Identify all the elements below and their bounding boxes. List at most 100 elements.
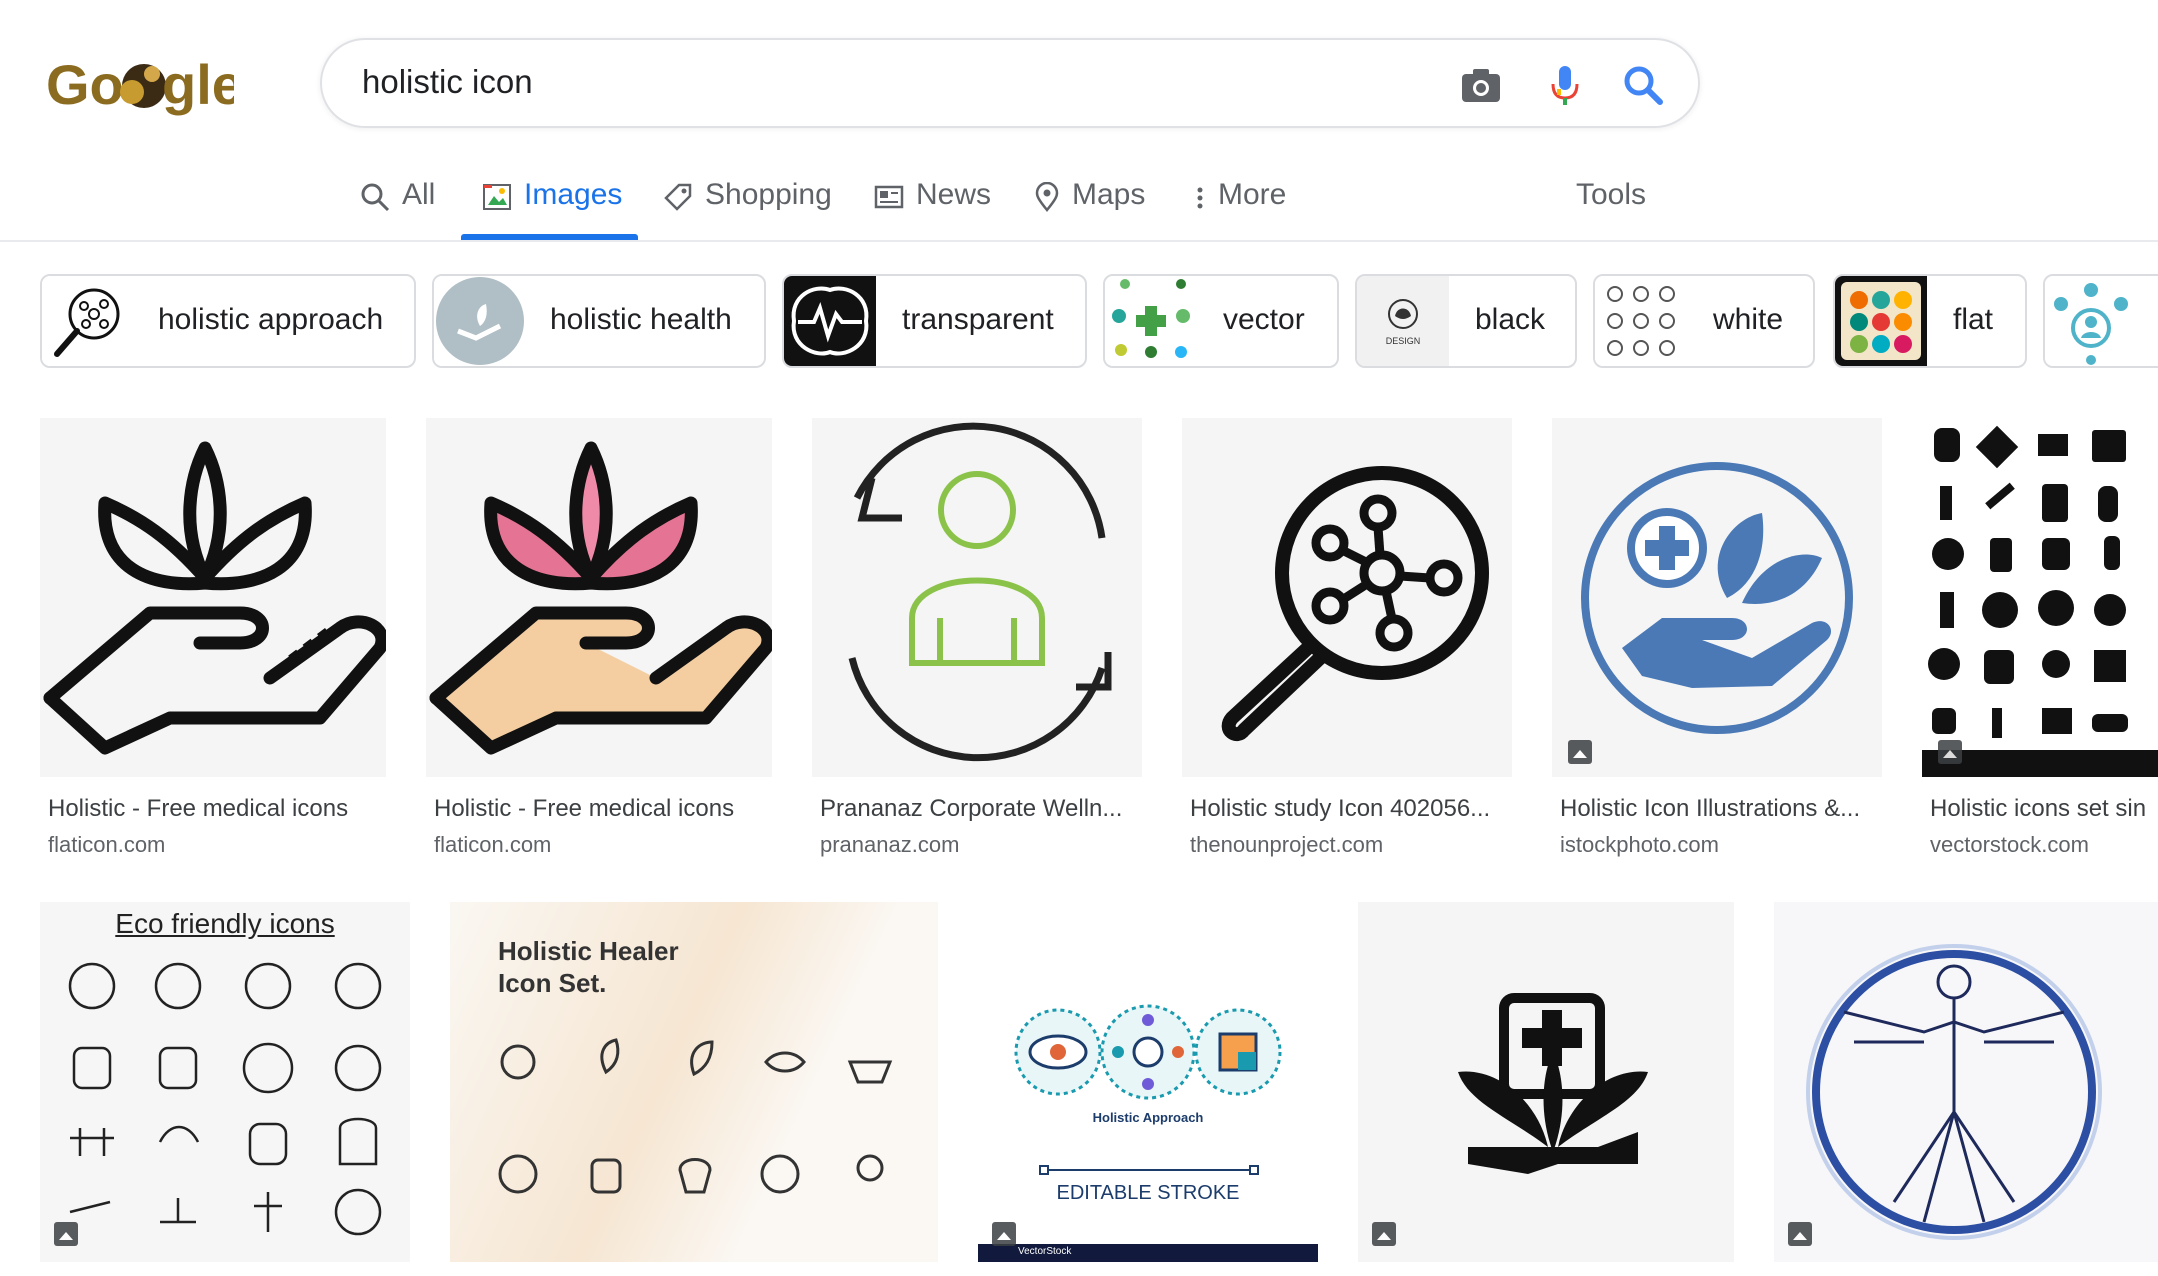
result-card[interactable]: Eco friendly icons [40,902,410,1262]
google-logo[interactable]: Go gle [44,48,234,120]
result-source[interactable]: istockphoto.com [1560,832,1719,858]
tab-images[interactable]: Images [482,178,622,240]
brain-icon [784,276,876,366]
chip-holistic-health[interactable]: holistic health [432,274,766,368]
image-badge-icon [1568,740,1592,764]
svg-text:gle: gle [162,53,234,116]
result-card[interactable] [1774,902,2158,1262]
image-caption: Holistic Approach [1092,1110,1204,1125]
search-box[interactable]: holistic icon [320,38,1700,128]
result-card[interactable] [1358,902,1734,1262]
tab-news[interactable]: News [874,178,991,240]
result-card[interactable]: Holistic - Free medical icons flaticon.c… [40,418,386,868]
result-image[interactable] [1182,418,1512,777]
result-image[interactable] [1552,418,1882,777]
result-card[interactable]: Holistic study Icon 402056... thenounpro… [1182,418,1512,868]
result-image[interactable] [1774,902,2158,1262]
chip-vector[interactable]: vector [1103,274,1339,368]
tab-maps-label: Maps [1072,178,1146,211]
medical-icon-grid-icon [1922,425,2158,777]
result-source[interactable]: flaticon.com [434,832,551,858]
search-icon [361,183,390,212]
tab-all[interactable]: All [360,178,435,240]
tab-more[interactable]: More [1194,178,1286,240]
image-caption: EDITABLE STROKE [1056,1182,1240,1204]
result-title[interactable]: Holistic Icon Illustrations &... [1560,795,1880,823]
lotus-logo-icon: DESIGN [1357,276,1449,366]
result-card[interactable]: Holistic icons set sin vectorstock.com [1922,418,2158,868]
image-caption: Icon Set. [498,968,607,998]
result-title[interactable]: Holistic study Icon 402056... [1190,795,1510,823]
search-input[interactable]: holistic icon [362,63,533,101]
image-badge-icon [1788,1222,1812,1246]
tag-icon [664,183,692,211]
more-vert-icon [1197,187,1203,209]
map-pin-icon [1035,182,1059,212]
result-image[interactable]: Holistic Approach EDITABLE STROKE Vector… [978,902,1318,1262]
active-tab-indicator [461,234,638,240]
result-card[interactable]: Holistic Healer Icon Set. [450,902,938,1262]
icon-grid-icon [1595,276,1687,366]
tab-shopping[interactable]: Shopping [663,178,832,240]
result-source[interactable]: prananaz.com [820,832,959,858]
result-image[interactable] [1358,902,1734,1262]
image-caption: Holistic Healer [498,936,679,966]
microphone-icon[interactable] [1542,62,1588,108]
tab-images-label: Images [524,178,623,211]
result-title[interactable]: Holistic - Free medical icons [48,795,378,823]
result-image[interactable] [1922,418,2158,777]
image-icon [483,184,511,210]
image-caption: Eco friendly icons [115,908,335,939]
colored-circles-icon [1835,276,1927,366]
image-badge-icon [1938,740,1962,764]
result-source[interactable]: flaticon.com [48,832,165,858]
result-image[interactable] [426,418,772,777]
chip-flat[interactable]: flat [1833,274,2027,368]
result-title[interactable]: Prananaz Corporate Welln... [820,795,1140,823]
chip-black[interactable]: DESIGN black [1355,274,1577,368]
tab-news-label: News [916,178,992,211]
result-image[interactable] [40,418,386,777]
image-badge-icon [992,1222,1016,1246]
holistic-approach-icons-icon [978,1004,1318,1262]
magnifier-network-icon [42,276,134,366]
watermark: VectorStock [1018,1246,1072,1257]
chip-white[interactable]: white [1593,274,1815,368]
tab-all-label: All [402,178,436,211]
image-badge-icon [1372,1222,1396,1246]
result-source[interactable]: vectorstock.com [1930,832,2089,858]
tab-maps[interactable]: Maps [1034,178,1145,240]
result-title[interactable]: Holistic - Free medical icons [434,795,764,823]
vitruvian-man-icon [1806,944,2102,1240]
magnifier-network-icon [1221,466,1489,742]
tab-more-label: More [1218,178,1287,211]
result-image[interactable]: Holistic Healer Icon Set. [450,902,938,1262]
eco-icons-grid-icon [68,962,382,1236]
result-source[interactable]: thenounproject.com [1190,832,1383,858]
result-title[interactable]: Holistic icons set sin [1930,795,2158,823]
chip-label: white [1713,303,1784,336]
hand-plus-leaf-icon [1581,462,1853,734]
camera-icon[interactable] [1458,62,1504,108]
chip-label: vector [1223,303,1305,336]
chip-more[interactable] [2043,274,2158,368]
chip-transparent[interactable]: transparent [782,274,1087,368]
result-card[interactable]: Prananaz Corporate Welln... prananaz.com [812,418,1142,868]
search-icon[interactable] [1620,62,1666,108]
result-card[interactable]: Holistic Icon Illustrations &... istockp… [1552,418,1882,868]
svg-text:Go: Go [46,53,124,116]
person-cycle-icon [848,422,1112,762]
person-network-icon [2045,276,2137,366]
hand-lotus-icon [43,441,386,755]
chip-label: black [1475,303,1546,336]
image-badge-icon [54,1222,78,1246]
tools-label: Tools [1576,178,1647,211]
tools-button[interactable]: Tools [1576,178,1646,240]
result-card[interactable]: Holistic - Free medical icons flaticon.c… [426,418,772,868]
chip-holistic-approach[interactable]: holistic approach [40,274,416,368]
hand-leaf-icon [434,276,526,366]
chip-label: transparent [902,303,1054,336]
result-image[interactable]: Eco friendly icons [40,902,410,1262]
result-image[interactable] [812,418,1142,777]
result-card[interactable]: Holistic Approach EDITABLE STROKE Vector… [978,902,1318,1262]
